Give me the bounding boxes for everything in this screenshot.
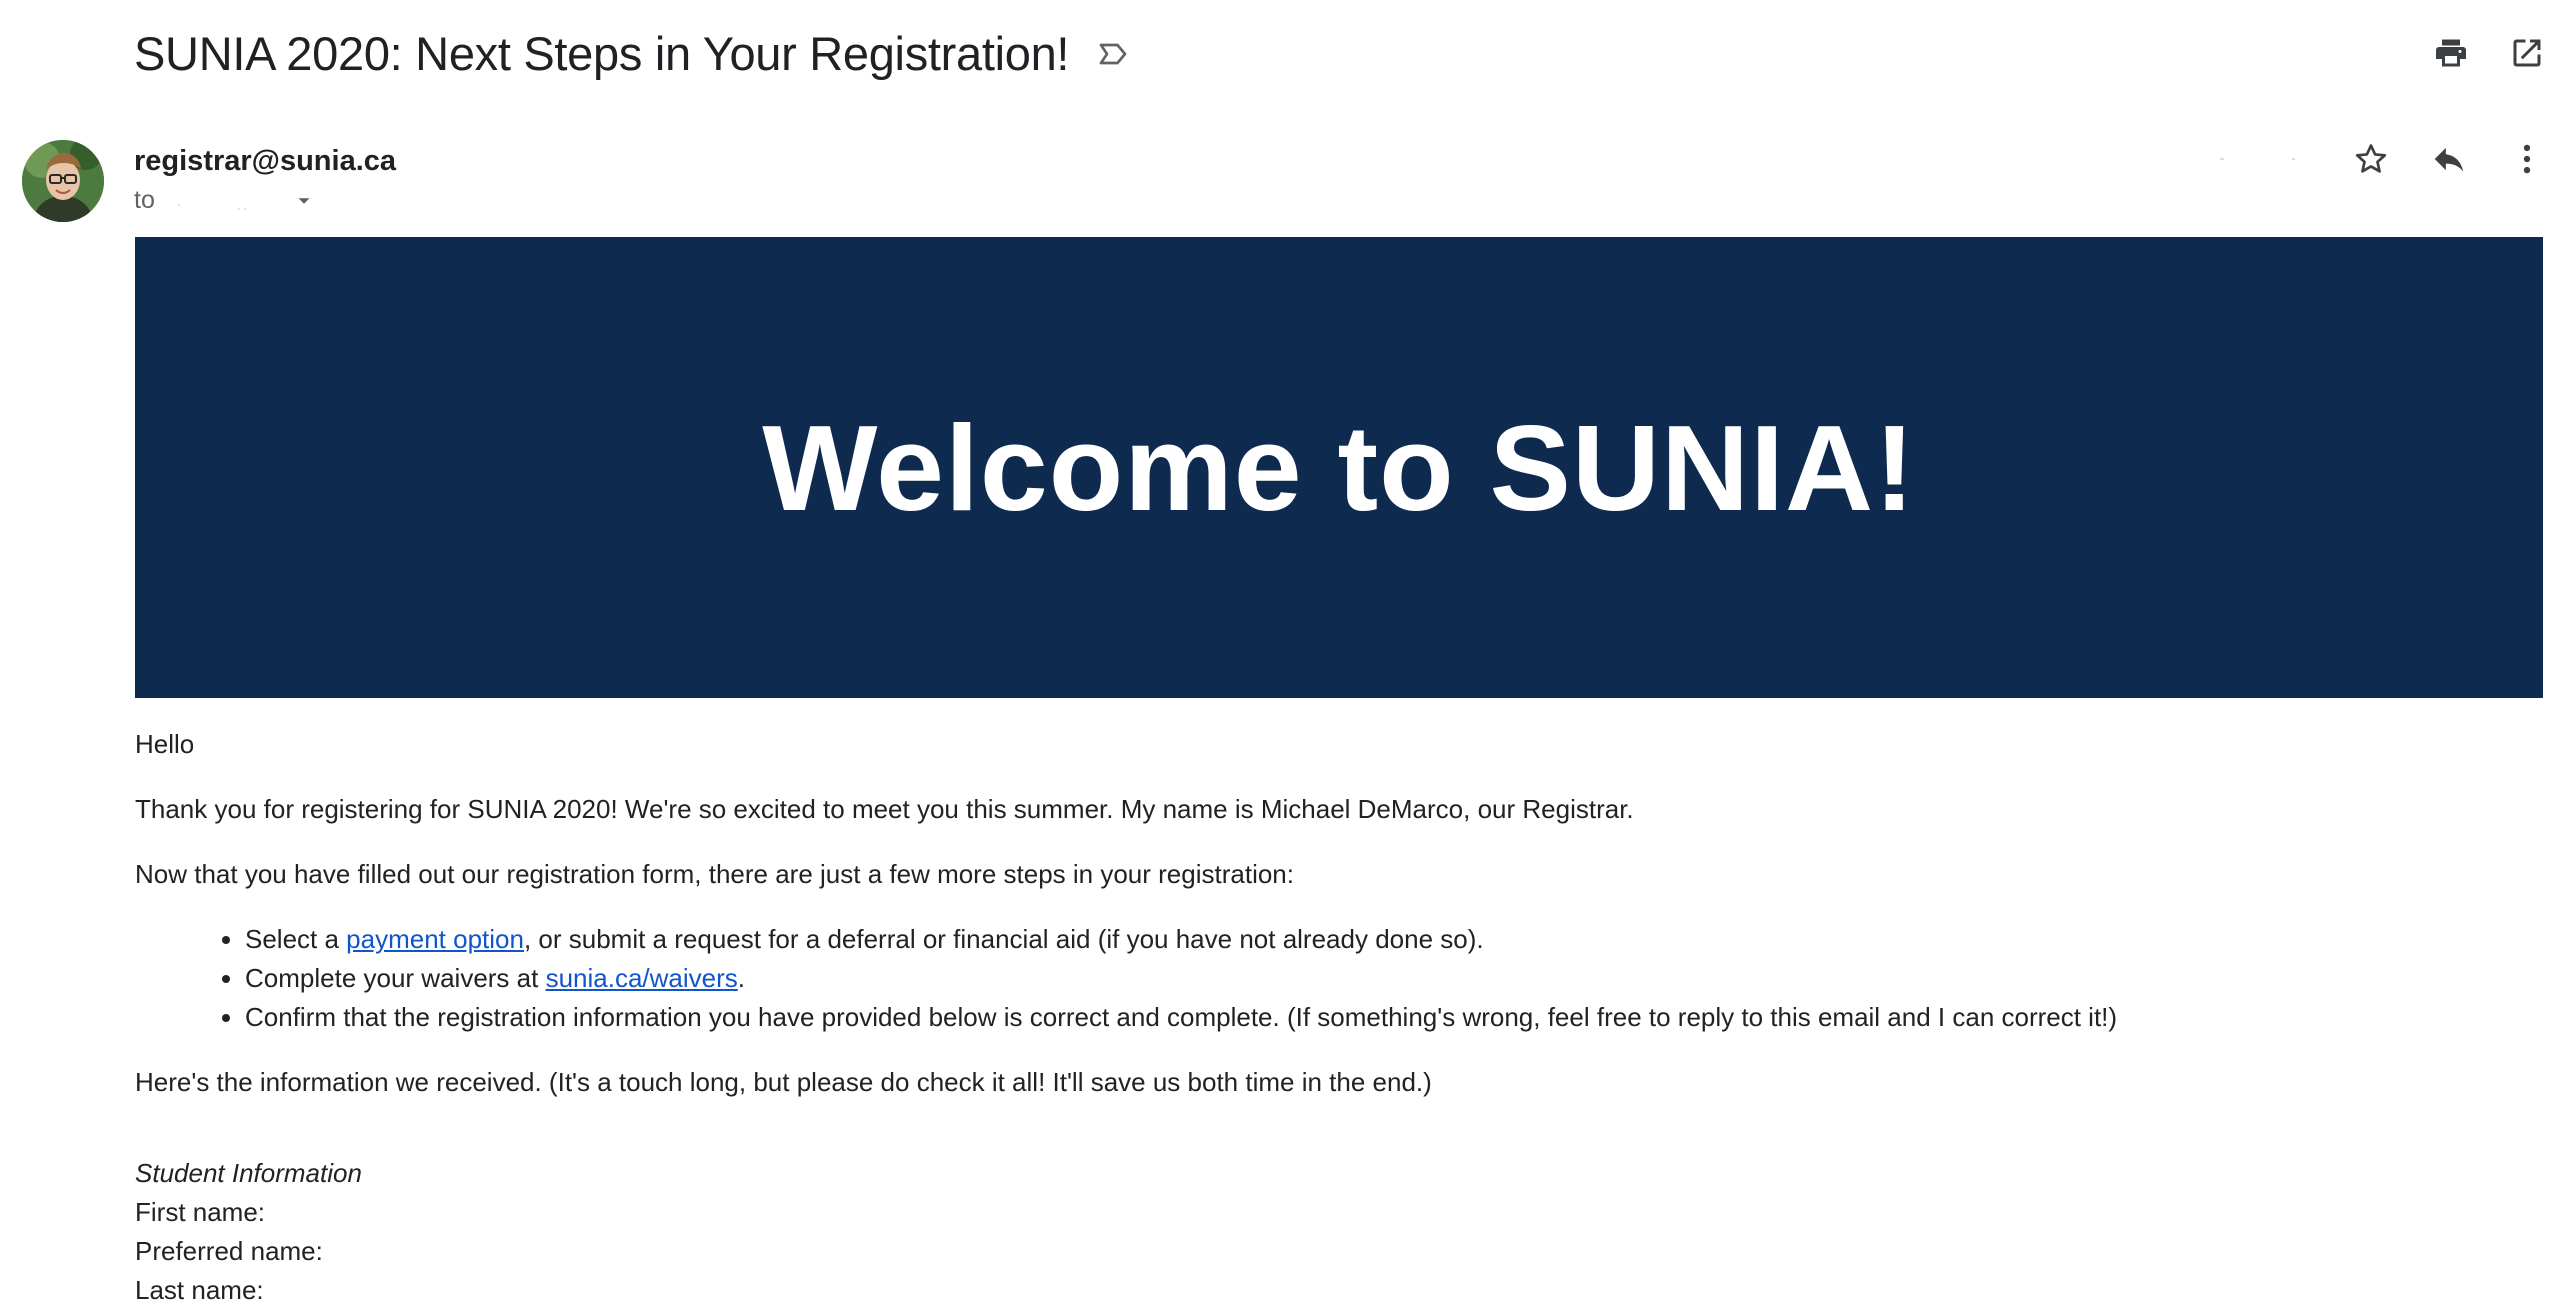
timestamp-redacted — [2214, 148, 2304, 170]
recipient-row: to — [134, 186, 315, 215]
step1-prefix: Select a — [245, 924, 347, 954]
more-vert-icon[interactable] — [2508, 140, 2546, 178]
first-name-row: First name: — [135, 1193, 2535, 1232]
waivers-link[interactable]: sunia.ca/waivers — [546, 963, 738, 993]
list-item: Confirm that the registration informatio… — [245, 998, 2535, 1037]
reply-icon[interactable] — [2430, 140, 2468, 178]
email-subject: SUNIA 2020: Next Steps in Your Registrat… — [134, 27, 1070, 80]
step2-prefix: Complete your waivers at — [245, 963, 546, 993]
steps-intro: Now that you have filled out our registr… — [135, 859, 1294, 889]
message-actions — [2214, 140, 2546, 178]
open-in-new-icon[interactable] — [2508, 34, 2546, 72]
step1-suffix: , or submit a request for a deferral or … — [523, 924, 1484, 954]
email-body: Hello Thank you for registering for SUNI… — [135, 725, 2535, 1310]
preferred-name-row: Preferred name: — [135, 1232, 2535, 1271]
star-outline-icon[interactable] — [2352, 140, 2390, 178]
payment-option-link[interactable]: payment option — [346, 924, 524, 954]
step2-suffix: . — [737, 963, 745, 993]
steps-list: Select a payment option, or submit a req… — [135, 920, 2535, 1037]
label-outline-icon[interactable] — [1095, 36, 1131, 72]
subject-row: SUNIA 2020: Next Steps in Your Registrat… — [134, 26, 1131, 81]
step3-text: Confirm that the registration informatio… — [245, 1002, 2118, 1032]
list-item: Select a payment option, or submit a req… — [245, 920, 2535, 959]
recipient-redacted — [169, 192, 289, 210]
greeting: Hello — [135, 729, 195, 759]
top-actions — [2432, 34, 2546, 72]
list-item: Complete your waivers at sunia.ca/waiver… — [245, 959, 2535, 998]
intro-paragraph: Thank you for registering for SUNIA 2020… — [135, 794, 1634, 824]
arrow-drop-down-icon[interactable] — [293, 190, 315, 212]
welcome-banner: Welcome to SUNIA! — [135, 237, 2543, 698]
preferred-name-label: Preferred name: — [135, 1236, 323, 1266]
print-icon[interactable] — [2432, 34, 2470, 72]
first-name-label: First name: — [135, 1197, 266, 1227]
email-view: SUNIA 2020: Next Steps in Your Registrat… — [0, 0, 2566, 1315]
section-title: Student Information — [135, 1158, 362, 1188]
sender-avatar[interactable] — [22, 140, 104, 222]
to-label: to — [134, 186, 155, 214]
info-intro: Here's the information we received. (It'… — [135, 1067, 1432, 1097]
sender-email[interactable]: registrar@sunia.ca — [134, 145, 396, 178]
last-name-label: Last name: — [135, 1275, 264, 1305]
last-name-row: Last name: — [135, 1271, 2535, 1310]
student-information: Student Information First name: Preferre… — [135, 1154, 2535, 1310]
banner-heading: Welcome to SUNIA! — [762, 399, 1916, 536]
